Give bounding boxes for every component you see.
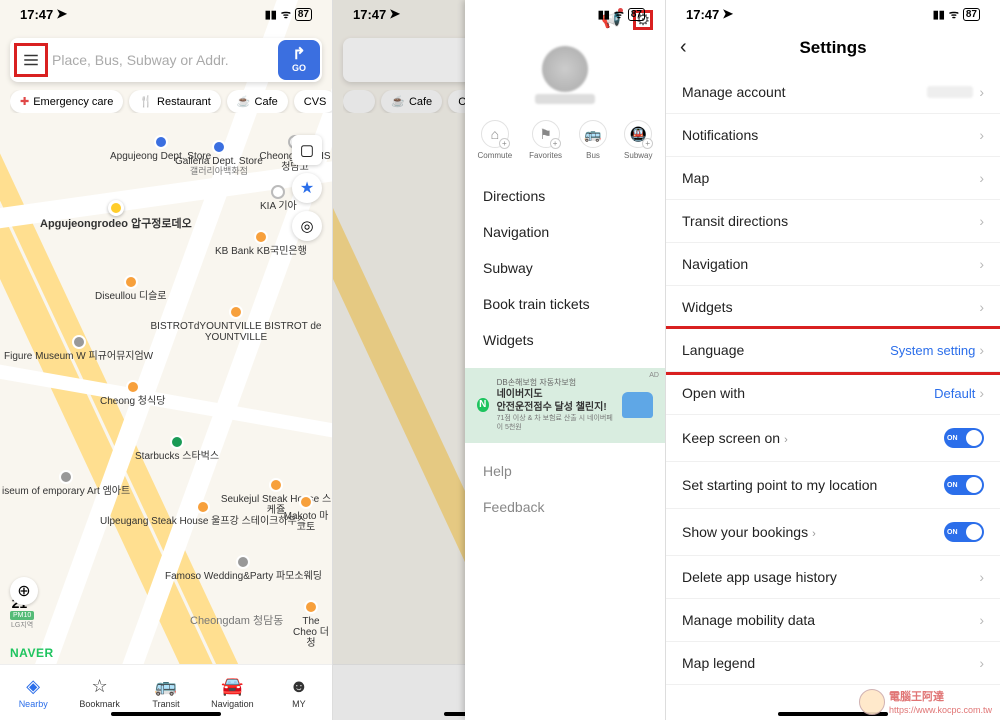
phone-map-screen: Apgujeong Dept. Store Galleria Dept. Sto… <box>0 0 333 720</box>
status-bar: 17:47➤ ▮▮ᯤ 87 <box>0 0 332 28</box>
turn-arrow-icon: ↱ <box>292 47 305 63</box>
naver-n-icon: N <box>477 398 489 412</box>
search-input[interactable]: Place, Bus, Subway or Addr. <box>52 52 278 68</box>
poi-museum: iseum of emporary Art 엠아트 <box>2 470 130 497</box>
row-notifications[interactable]: Notifications› <box>666 114 1000 157</box>
menu-help[interactable]: Help <box>465 453 665 489</box>
tab-nearby[interactable]: ◈Nearby <box>0 665 66 720</box>
row-manage-account[interactable]: Manage account› <box>666 71 1000 114</box>
search-bar: Place, Bus, Subway or Addr. ↱GO <box>10 38 322 82</box>
favorites-button[interactable]: ★ <box>292 173 322 203</box>
drawer-ad-banner[interactable]: N DB손해보험 자동차보험 네이버지도 안전운전점수 달성 챌린지! 71점 … <box>465 368 665 443</box>
plus-icon: ✚ <box>20 95 29 108</box>
location-arrow-icon: ➤ <box>56 6 67 22</box>
poi-famoso: Famoso Wedding&Party 파모소웨딩 <box>165 555 322 582</box>
nearby-icon: ◈ <box>26 676 40 697</box>
row-mobility-data[interactable]: Manage mobility data› <box>666 599 1000 642</box>
fork-icon: 🍴 <box>139 95 153 108</box>
toggle-on[interactable]: ON <box>944 428 984 448</box>
car-illustration <box>622 392 653 418</box>
drawer-menu: Directions Navigation Subway Book train … <box>465 174 665 362</box>
row-widgets[interactable]: Widgets› <box>666 286 1000 329</box>
star-icon: ★ <box>300 178 314 198</box>
category-chips: ✚Emergency care 🍴Restaurant ☕Cafe CVS <box>10 90 332 113</box>
home-indicator <box>111 712 221 716</box>
locate-button[interactable]: ⊕ <box>10 577 38 605</box>
poi-cheong: Cheong 청식당 <box>100 380 165 407</box>
mascot-icon <box>859 689 885 715</box>
hamburger-icon <box>22 51 40 69</box>
poi-cheongdam: Cheongdam 청담동 <box>190 615 283 627</box>
phone-settings-screen: 17:47➤ ▮▮ᯤ87 ‹ Settings Manage account› … <box>666 0 1000 720</box>
bus-icon: 🚌 <box>155 676 177 697</box>
poi-bistrot: BISTROTdYOUNTVILLE BISTROT de YOUNTVILLE <box>140 305 332 343</box>
menu-feedback[interactable]: Feedback <box>465 489 665 525</box>
toggle-on[interactable]: ON <box>944 522 984 542</box>
chip-cafe[interactable]: ☕Cafe <box>227 90 288 113</box>
quick-subway[interactable]: 🚇+Subway <box>624 120 652 160</box>
quick-commute[interactable]: ⌂+Commute <box>477 120 512 160</box>
menu-navigation[interactable]: Navigation <box>465 214 665 250</box>
side-drawer: 📢 ⚙ ⌂+Commute ⚑+Favorites 🚌Bus 🚇+Subway … <box>465 0 665 720</box>
signal-icon: ▮▮ <box>265 8 277 21</box>
poi-figure: Figure Museum W 피규어뮤지엄W <box>4 335 153 362</box>
chip-cvs[interactable]: CVS <box>294 90 332 113</box>
chevron-right-icon: › <box>979 84 984 100</box>
poi-ulpeugang: Ulpeugang Steak House 울프강 스테이크하우스 <box>100 500 306 527</box>
poi-diseullou: Diseullou 디슬로 <box>95 275 167 302</box>
home-icon: ⌂ <box>491 126 499 142</box>
menu-book-train[interactable]: Book train tickets <box>465 286 665 322</box>
layers-button[interactable]: ▢ <box>292 135 322 165</box>
row-map-legend[interactable]: Map legend› <box>666 642 1000 685</box>
row-show-bookings[interactable]: Show your bookings›ON <box>666 509 1000 556</box>
row-language[interactable]: LanguageSystem setting› <box>666 329 1000 372</box>
wifi-icon: ᯤ <box>281 7 291 22</box>
tab-my[interactable]: ☻MY <box>266 665 332 720</box>
status-right: ▮▮ᯤ 87 <box>265 7 312 22</box>
settings-header: ‹ Settings <box>666 28 1000 71</box>
settings-list: Manage account› Notifications› Map› Tran… <box>666 71 1000 685</box>
pin-button[interactable]: ◎ <box>292 211 322 241</box>
chip-emergency[interactable]: ✚Emergency care <box>10 90 123 113</box>
row-transit[interactable]: Transit directions› <box>666 200 1000 243</box>
menu-subway[interactable]: Subway <box>465 250 665 286</box>
crosshair-icon: ⊕ <box>17 581 30 601</box>
row-navigation[interactable]: Navigation› <box>666 243 1000 286</box>
avatar[interactable] <box>542 46 588 92</box>
naver-logo: NAVER <box>10 646 54 660</box>
row-delete-history[interactable]: Delete app usage history› <box>666 556 1000 599</box>
row-starting-point[interactable]: Set starting point to my locationON <box>666 462 1000 509</box>
star-outline-icon: ☆ <box>92 676 108 697</box>
quick-bus[interactable]: 🚌Bus <box>579 120 607 160</box>
go-button[interactable]: ↱GO <box>278 40 320 80</box>
poi-thecheo: The Cheo 더청 <box>290 600 332 649</box>
row-open-with[interactable]: Open withDefault› <box>666 372 1000 415</box>
page-title: Settings <box>680 38 986 58</box>
layers-icon: ▢ <box>300 141 314 159</box>
pin-icon: ◎ <box>300 217 313 235</box>
toggle-on[interactable]: ON <box>944 475 984 495</box>
car-icon: 🚘 <box>221 676 243 697</box>
phone-drawer-screen: 17:47➤ ▮▮ᯤ87 ↱GO ☕CafeCVS ▢★◎ 🚘Navigatio… <box>333 0 666 720</box>
menu-widgets[interactable]: Widgets <box>465 322 665 358</box>
person-icon: ☻ <box>289 676 308 697</box>
map-side-buttons: ▢ ★ ◎ <box>292 135 322 241</box>
poi-starbucks: Starbucks 스타벅스 <box>135 435 219 462</box>
quick-favorites[interactable]: ⚑+Favorites <box>529 120 562 160</box>
cup-icon: ☕ <box>237 95 251 108</box>
username <box>535 94 595 104</box>
bus-icon: 🚌 <box>584 126 601 143</box>
menu-button[interactable] <box>14 43 48 77</box>
poi-apgujeongrodeo: Apgujeongrodeo 압구정로데오 <box>40 200 192 230</box>
quick-actions: ⌂+Commute ⚑+Favorites 🚌Bus 🚇+Subway <box>465 114 665 174</box>
row-keep-screen-on[interactable]: Keep screen on›ON <box>666 415 1000 462</box>
chip-restaurant[interactable]: 🍴Restaurant <box>129 90 221 113</box>
row-map[interactable]: Map› <box>666 157 1000 200</box>
poi-galleria: Galleria Dept. Store갤러리아백화점 <box>175 140 263 177</box>
menu-directions[interactable]: Directions <box>465 178 665 214</box>
poi-makoto: Makoto 마코토 <box>280 495 332 533</box>
watermark: 電腦王阿達 https://www.kocpc.com.tw <box>859 688 992 716</box>
